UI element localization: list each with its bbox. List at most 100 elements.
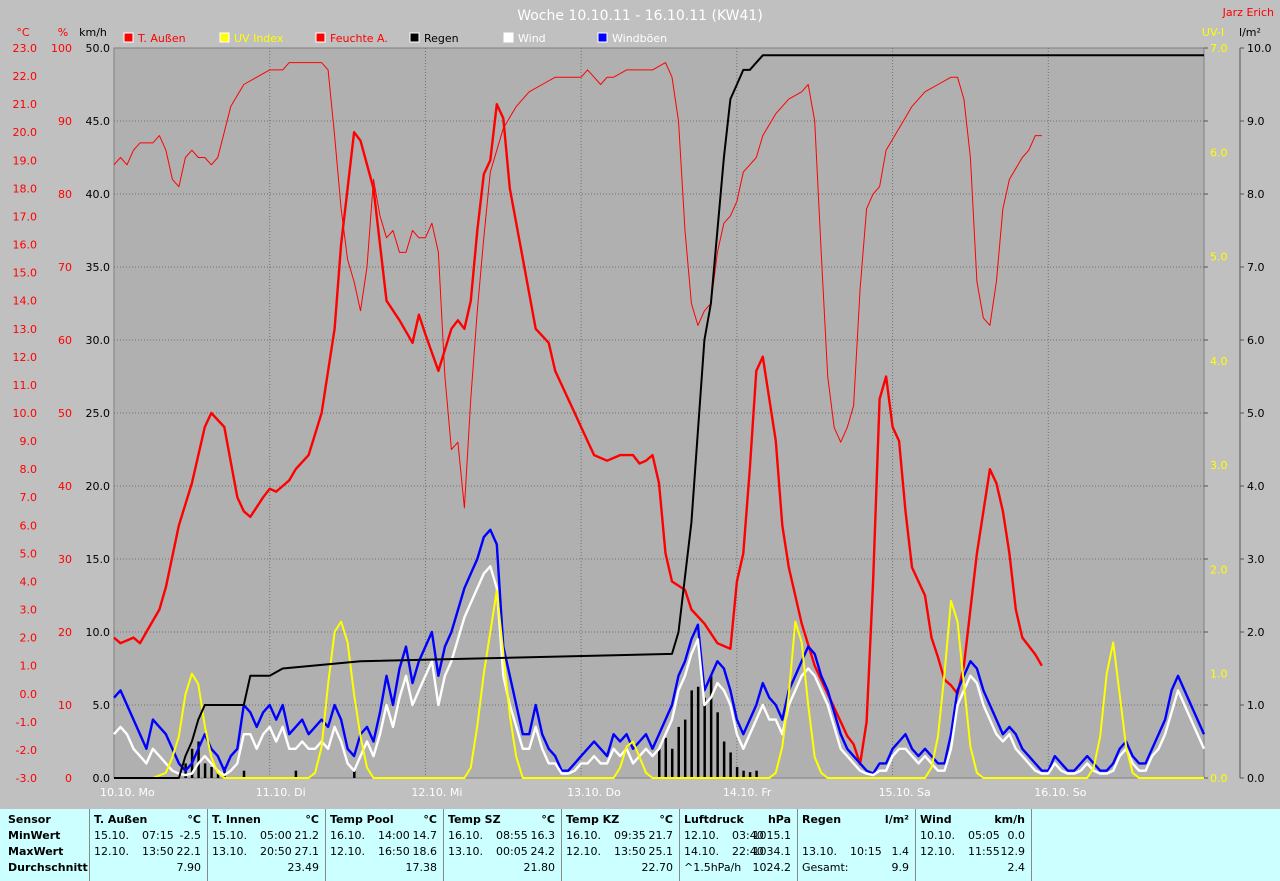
humidity-tick-label: 100 xyxy=(51,42,72,55)
day-label: 13.10. Do xyxy=(567,786,621,799)
stats-value: 2.4 xyxy=(1007,861,1026,874)
humidity-tick-label: 90 xyxy=(58,115,72,128)
stats-value: 21.7 xyxy=(648,829,674,842)
day-label: 11.10. Di xyxy=(256,786,306,799)
stats-value: 1015.1 xyxy=(752,829,792,842)
wind-tick-label: 0.0 xyxy=(93,772,111,785)
stats-time: 10:15 xyxy=(850,845,882,858)
legend-swatch xyxy=(123,32,134,43)
legend-label: Windböen xyxy=(612,32,667,45)
temp-tick-label: 18.0 xyxy=(13,182,38,195)
temp-tick-label: 0.0 xyxy=(20,688,38,701)
temp-tick-label: 13.0 xyxy=(13,323,38,336)
rain-tick-label: 6.0 xyxy=(1247,334,1265,347)
stats-row-label: Durchschnitt xyxy=(8,861,88,874)
wind-tick-label: 50.0 xyxy=(86,42,111,55)
temp-tick-label: 15.0 xyxy=(13,267,38,280)
rain-bar xyxy=(658,748,661,778)
stats-time: 11:55 xyxy=(968,845,1000,858)
temp-tick-label: -1.0 xyxy=(16,716,37,729)
stats-col-name: Wind xyxy=(920,813,952,826)
stats-col-name: Luftdruck xyxy=(684,813,744,826)
stats-date: 13.10. xyxy=(212,845,247,858)
wind-tick-label: 20.0 xyxy=(86,480,111,493)
legend-label: Feuchte A. xyxy=(330,32,388,45)
temp-tick-label: 9.0 xyxy=(20,435,38,448)
stats-date: 13.10. xyxy=(448,845,483,858)
humidity-tick-label: 40 xyxy=(58,480,72,493)
stats-value: 1.4 xyxy=(891,845,910,858)
humidity-tick-label: 50 xyxy=(58,407,72,420)
rain-tick-label: 4.0 xyxy=(1247,480,1265,493)
uv-tick-label: 7.0 xyxy=(1210,42,1228,55)
humidity-tick-label: 60 xyxy=(58,334,72,347)
stats-value: 18.6 xyxy=(412,845,438,858)
rain-tick-label: 7.0 xyxy=(1247,261,1265,274)
stats-value: 16.3 xyxy=(530,829,556,842)
stats-col-name: Regen xyxy=(802,813,842,826)
temp-tick-label: -2.0 xyxy=(16,744,37,757)
day-label: 12.10. Mi xyxy=(411,786,462,799)
rain-bar xyxy=(729,752,732,778)
temp-tick-label: 14.0 xyxy=(13,295,38,308)
stats-date: ^1.5hPa/h xyxy=(684,861,742,874)
stats-date: 14.10. xyxy=(684,845,719,858)
temp-tick-label: 4.0 xyxy=(20,575,38,588)
stats-col-name: Temp Pool xyxy=(330,813,394,826)
stats-value: 22.70 xyxy=(641,861,674,874)
stats-value: 22.1 xyxy=(176,845,202,858)
rain-tick-label: 1.0 xyxy=(1247,699,1265,712)
stats-date: 10.10. xyxy=(920,829,955,842)
stats-col-unit: l/m² xyxy=(884,813,909,826)
temp-tick-label: 23.0 xyxy=(13,42,38,55)
stats-date: 12.10. xyxy=(566,845,601,858)
stats-value: 21.80 xyxy=(523,861,556,874)
uv-tick-label: 4.0 xyxy=(1210,355,1228,368)
humidity-tick-label: 0 xyxy=(65,772,72,785)
stats-value: 24.2 xyxy=(530,845,556,858)
humidity-tick-label: 70 xyxy=(58,261,72,274)
stats-col-unit: °C xyxy=(187,813,201,826)
temp-tick-label: 19.0 xyxy=(13,154,38,167)
rain-bar xyxy=(683,719,687,778)
stats-row-label: MinWert xyxy=(8,829,61,842)
chart-title: Woche 10.10.11 - 16.10.11 (KW41) xyxy=(517,8,763,24)
wind-tick-label: 15.0 xyxy=(86,553,111,566)
temp-tick-label: 5.0 xyxy=(20,547,38,560)
stats-time: 13:50 xyxy=(142,845,174,858)
stats-row-label: MaxWert xyxy=(8,845,64,858)
rain-unit: l/m² xyxy=(1239,26,1261,39)
rain-bar xyxy=(755,770,758,778)
rain-bar xyxy=(690,690,693,778)
temp-tick-label: 2.0 xyxy=(20,632,38,645)
stats-date: Gesamt: xyxy=(802,861,849,874)
rain-tick-label: 5.0 xyxy=(1247,407,1265,420)
stats-col: Temp KZ °C 16.10. 09:35 21.7 12.10. 13:50 25.1 2… xyxy=(562,809,680,881)
stats-time: 05:05 xyxy=(968,829,1000,842)
rain-bar xyxy=(203,763,207,778)
rain-bar xyxy=(210,767,213,778)
rain-tick-label: 10.0 xyxy=(1247,42,1272,55)
stats-col: Wind km/h 10.10. 05:05 0.0 12.10. 11:55 12.9 2.4 xyxy=(916,809,1032,881)
temp-tick-label: 8.0 xyxy=(20,463,38,476)
temp-tick-label: 20.0 xyxy=(13,126,38,139)
stats-value: 7.90 xyxy=(176,861,202,874)
rain-bar xyxy=(716,712,719,778)
day-labels: 10.10. Mo 11.10. Di 12.10. Mi 13.10. Do 14.1… xyxy=(100,786,1087,799)
humidity-tick-label: 10 xyxy=(58,699,72,712)
temp-tick-label: 17.0 xyxy=(13,210,38,223)
stats-col-unit: °C xyxy=(541,813,555,826)
stats-col-unit: km/h xyxy=(994,813,1025,826)
rain-bar xyxy=(735,767,739,778)
temp-tick-label: 6.0 xyxy=(20,519,38,532)
rain-bar xyxy=(677,726,680,778)
wind-tick-label: 10.0 xyxy=(86,626,111,639)
temp-tick-label: 3.0 xyxy=(20,604,38,617)
rain-bar xyxy=(709,675,713,778)
stats-col-unit: hPa xyxy=(767,813,791,826)
stats-date: 12.10. xyxy=(330,845,365,858)
stats-col-name: T. Außen xyxy=(94,813,148,826)
humidity-unit: % xyxy=(58,26,68,39)
stats-time: 14:00 xyxy=(378,829,410,842)
wind-unit: km/h xyxy=(79,26,107,39)
